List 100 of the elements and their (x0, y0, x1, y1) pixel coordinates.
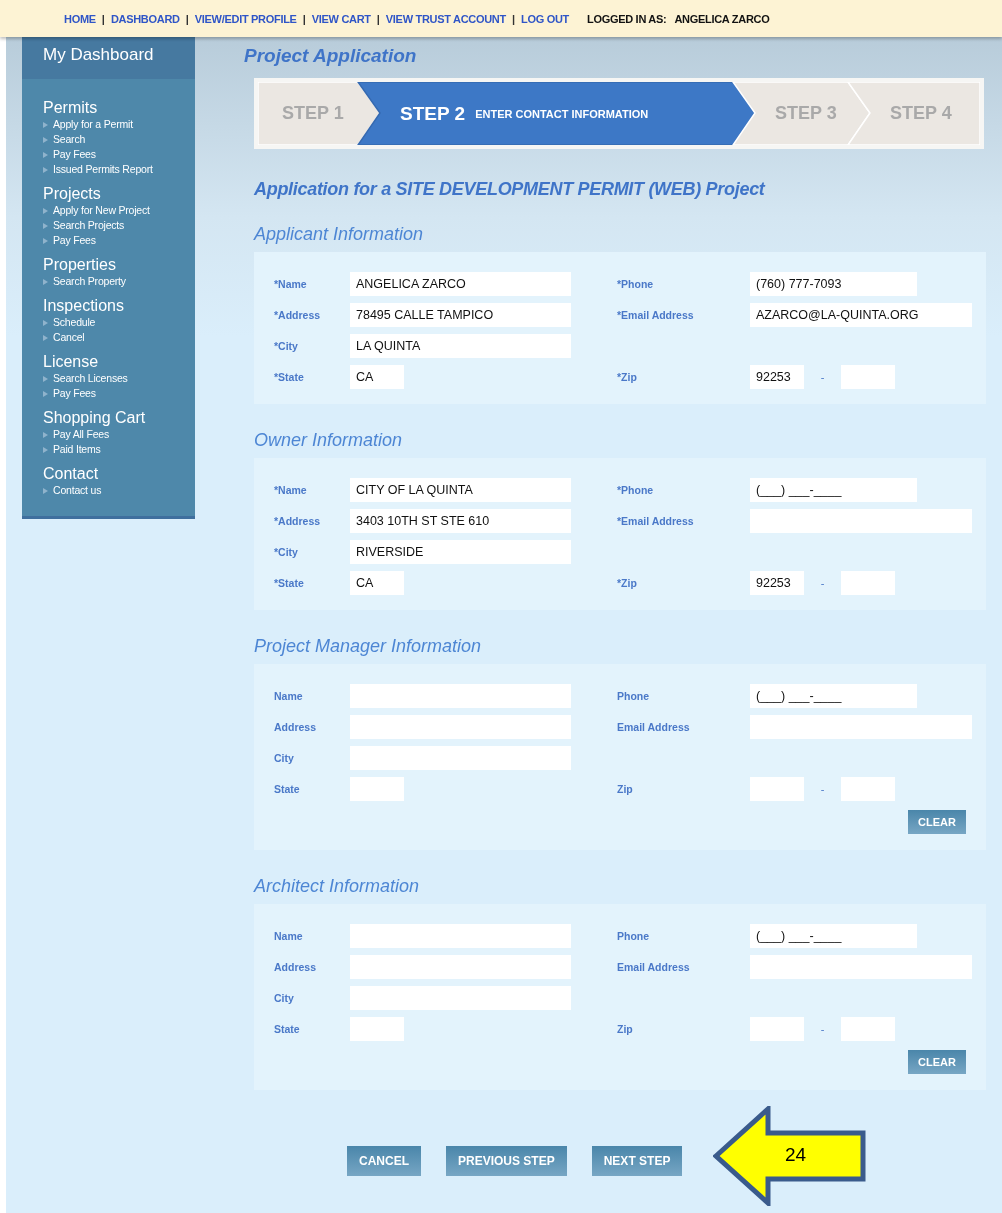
sidebar-link[interactable]: Contact us (43, 483, 195, 498)
field-label: State (274, 783, 301, 795)
field-label: *Name (274, 484, 308, 496)
field-label: *City (274, 340, 299, 352)
nav-link[interactable]: HOME (64, 12, 96, 25)
zip-separator: - (819, 783, 826, 795)
field-label: *State (274, 371, 305, 383)
section-title: Applicant Information (254, 224, 425, 245)
input-field[interactable] (750, 777, 804, 801)
input-field[interactable] (841, 365, 895, 389)
phone-field[interactable]: (___) ___-____ (750, 924, 917, 948)
sidebar-link[interactable]: Pay Fees (43, 386, 195, 401)
sidebar-link[interactable]: Search Licenses (43, 371, 195, 386)
sidebar-heading: Properties (43, 256, 117, 274)
input-field[interactable]: CA (350, 365, 404, 389)
input-field[interactable] (350, 777, 404, 801)
callout-label: 24 (785, 1144, 807, 1166)
clear-button[interactable]: CLEAR (908, 1050, 966, 1074)
input-field[interactable] (350, 924, 571, 948)
sidebar-link[interactable]: Cancel (43, 330, 195, 345)
input-field[interactable] (350, 1017, 404, 1041)
sidebar-heading: Shopping Cart (43, 409, 147, 427)
sidebar-heading: Contact (43, 465, 100, 483)
nav-divider: | (511, 12, 515, 25)
field-label: Zip (617, 783, 634, 795)
input-field[interactable] (750, 1017, 804, 1041)
sidebar-link[interactable]: Apply for a Permit (43, 117, 195, 132)
input-field[interactable] (350, 684, 571, 708)
input-field[interactable]: RIVERSIDE (350, 540, 571, 564)
input-field[interactable]: LA QUINTA (350, 334, 571, 358)
step-tab[interactable]: STEP 2 ENTER CONTACT INFORMATION (400, 82, 649, 145)
input-field[interactable] (350, 715, 571, 739)
action-button[interactable]: CANCEL (347, 1146, 421, 1176)
sidebar-link[interactable]: Pay All Fees (43, 427, 195, 442)
nav-divider: | (302, 12, 306, 25)
nav-divider: | (185, 12, 189, 25)
field-label: *City (274, 546, 299, 558)
section-title: Architect Information (254, 876, 421, 897)
field-label: Email Address (617, 721, 691, 733)
nav-link[interactable]: VIEW TRUST ACCOUNT (385, 12, 506, 25)
field-label: City (274, 992, 295, 1004)
input-field[interactable]: 78495 CALLE TAMPICO (350, 303, 571, 327)
input-field[interactable] (350, 955, 571, 979)
sidebar-link[interactable]: Search Property (43, 274, 195, 289)
input-field[interactable]: 3403 10TH ST STE 610 (350, 509, 571, 533)
nav-link[interactable]: DASHBOARD (110, 12, 180, 25)
input-field[interactable] (841, 1017, 895, 1041)
sidebar-heading: Projects (43, 185, 102, 203)
sidebar-link[interactable]: Pay Fees (43, 147, 195, 162)
field-label: *Phone (617, 484, 655, 496)
phone-field[interactable]: (___) ___-____ (750, 684, 917, 708)
field-label: Address (274, 961, 317, 973)
input-field[interactable] (841, 777, 895, 801)
zip-separator: - (819, 577, 826, 589)
field-label: Phone (617, 930, 651, 942)
field-label: *Zip (617, 577, 638, 589)
nav-link[interactable]: VIEW CART (311, 12, 371, 25)
sidebar-link[interactable]: Schedule (43, 315, 195, 330)
sidebar-heading: Permits (43, 99, 99, 117)
sidebar-link[interactable]: Issued Permits Report (43, 162, 195, 177)
input-field[interactable]: CITY OF LA QUINTA (350, 478, 571, 502)
sidebar-link[interactable]: Search Projects (43, 218, 195, 233)
field-label: *Zip (617, 371, 638, 383)
zip-separator: - (819, 371, 826, 383)
email-field[interactable] (750, 509, 972, 533)
input-field[interactable]: 92253 (750, 571, 804, 595)
nav-link[interactable]: VIEW/EDIT PROFILE (194, 12, 297, 25)
field-label: *State (274, 577, 305, 589)
sidebar-link[interactable]: Paid Items (43, 442, 195, 457)
input-field[interactable] (350, 986, 571, 1010)
section-title: Owner Information (254, 430, 404, 451)
field-label: *Address (274, 515, 322, 527)
field-label: Phone (617, 690, 651, 702)
input-field[interactable] (350, 746, 571, 770)
phone-field[interactable]: (___) ___-____ (750, 478, 917, 502)
sidebar-title: My Dashboard (22, 37, 195, 79)
input-field[interactable] (841, 571, 895, 595)
clear-button[interactable]: CLEAR (908, 810, 966, 834)
logged-in-label: LOGGED IN AS: (587, 12, 667, 25)
sidebar-link[interactable]: Search (43, 132, 195, 147)
sidebar-link[interactable]: Pay Fees (43, 233, 195, 248)
page-title: Project Application (244, 45, 418, 67)
zip-separator: - (819, 1023, 826, 1035)
email-field[interactable] (750, 715, 972, 739)
input-field[interactable]: 92253 (750, 365, 804, 389)
action-button[interactable]: NEXT STEP (591, 1146, 683, 1176)
nav-divider: | (101, 12, 105, 25)
input-field[interactable]: ANGELICA ZARCO (350, 272, 571, 296)
field-label: Name (274, 930, 304, 942)
phone-field[interactable]: (760) 777-7093 (750, 272, 917, 296)
sidebar-link[interactable]: Apply for New Project (43, 203, 195, 218)
nav-divider: | (376, 12, 380, 25)
email-field[interactable] (750, 955, 972, 979)
field-label: Email Address (617, 961, 691, 973)
input-field[interactable]: CA (350, 571, 404, 595)
field-label: State (274, 1023, 301, 1035)
field-label: *Email Address (617, 309, 695, 321)
email-field[interactable]: AZARCO@LA-QUINTA.ORG (750, 303, 972, 327)
nav-link[interactable]: LOG OUT (521, 12, 569, 25)
action-button[interactable]: PREVIOUS STEP (446, 1146, 567, 1176)
